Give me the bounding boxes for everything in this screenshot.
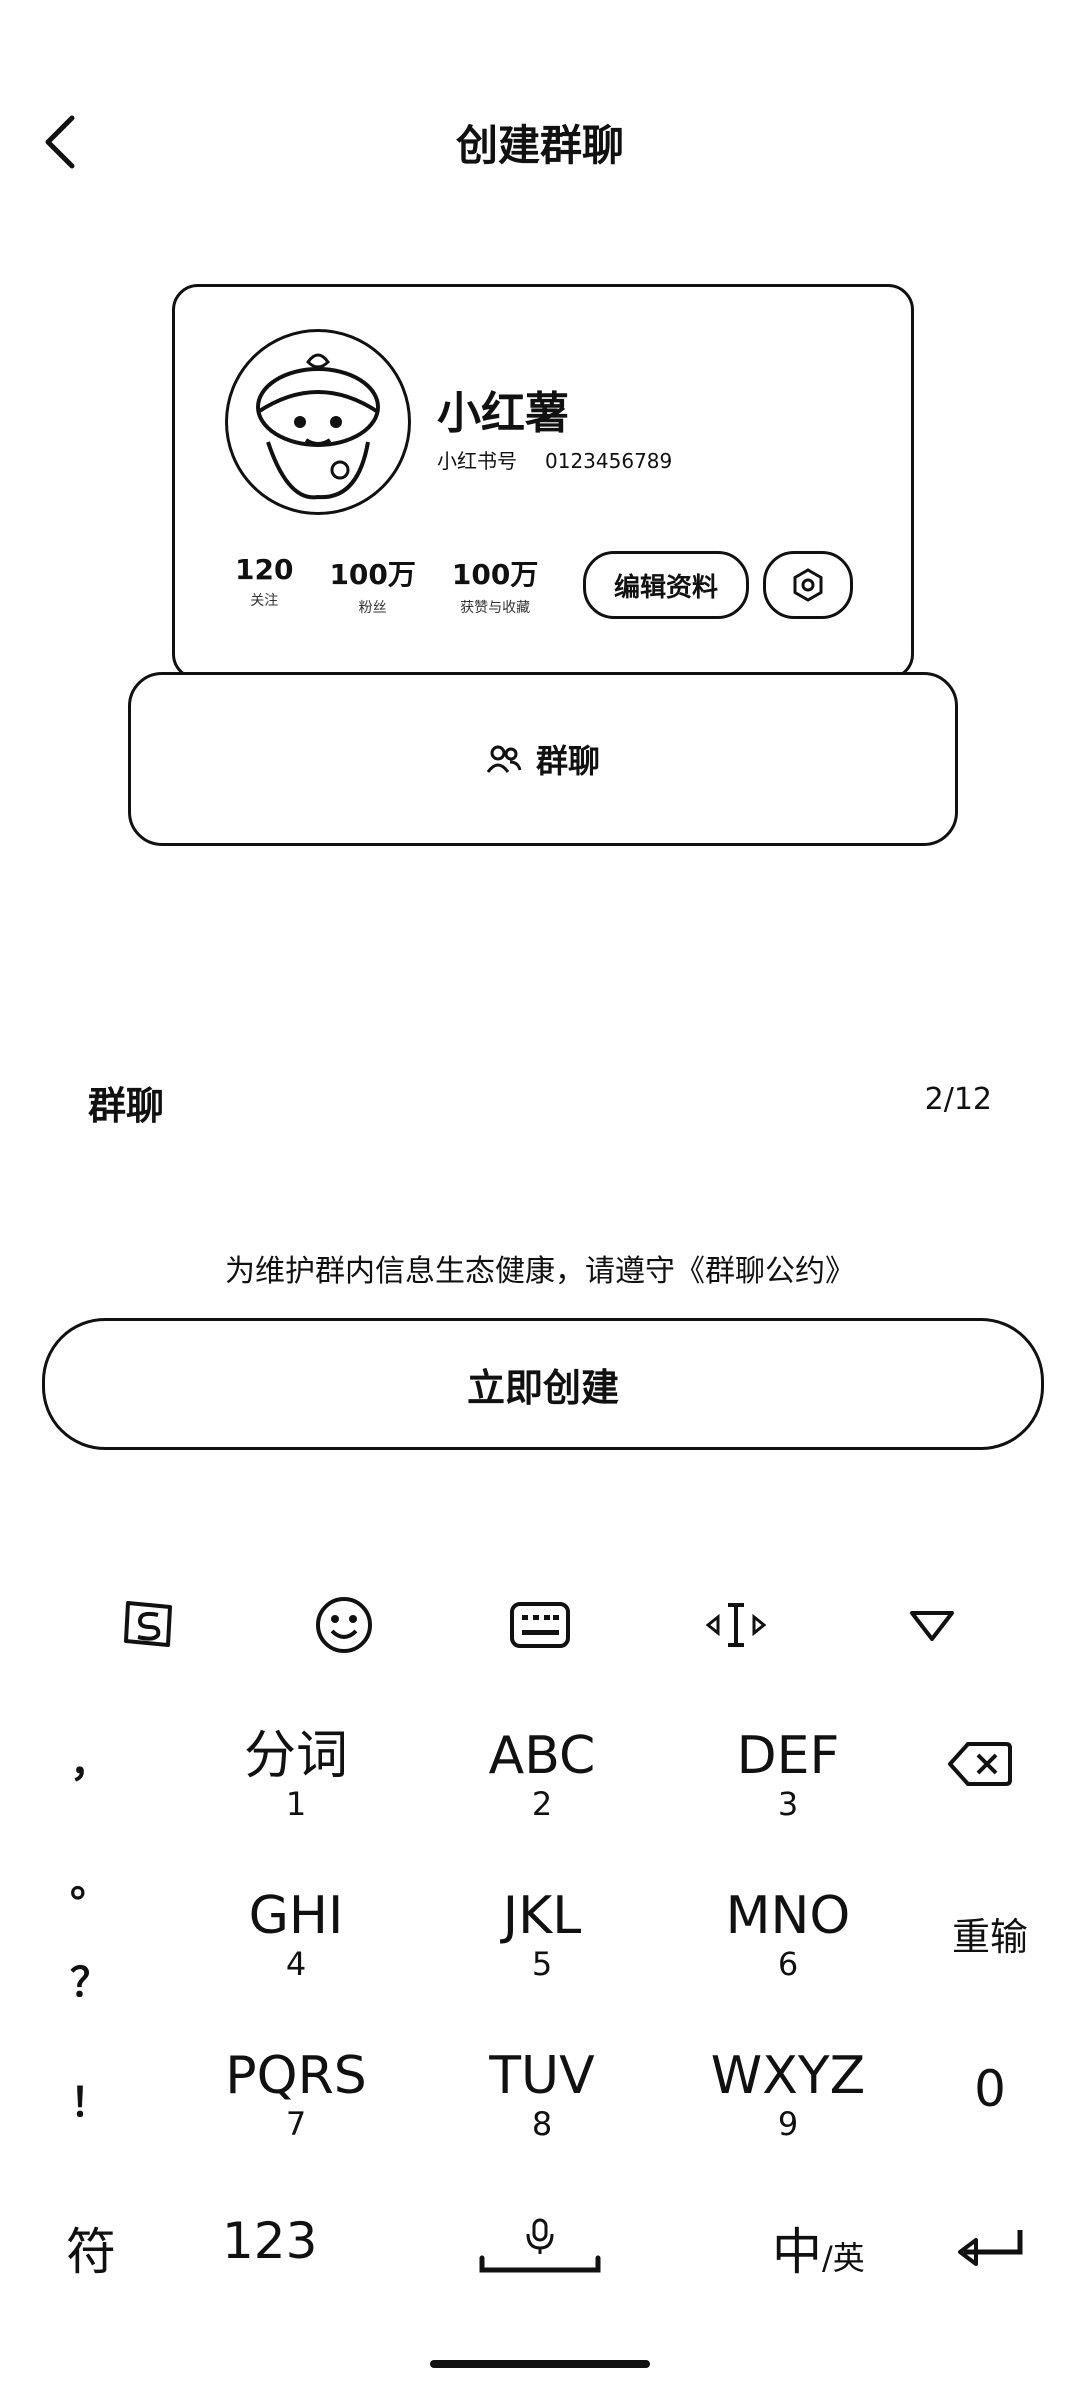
stats-row: 120 关注 100万 粉丝 100万 获赞与收藏: [235, 553, 538, 617]
backspace-icon: [948, 1742, 1012, 1786]
key-4[interactable]: GHI 4: [196, 1888, 396, 1982]
key-label: PQRS: [225, 2046, 367, 2106]
keyboard-switch-button[interactable]: [498, 1590, 582, 1660]
avatar: [225, 329, 411, 515]
home-indicator: [430, 2360, 650, 2368]
key-7[interactable]: PQRS 7: [196, 2048, 396, 2142]
key-label: WXYZ: [710, 2046, 866, 2106]
key-label: DEF: [736, 1726, 840, 1786]
emoji-icon: [316, 1597, 372, 1653]
numbers-key[interactable]: 123: [222, 2212, 317, 2270]
sogou-logo-icon: [124, 1601, 172, 1647]
key-digit: 7: [285, 2105, 307, 2143]
key-1[interactable]: 分词 1: [196, 1728, 396, 1822]
key-digit: 3: [777, 1785, 799, 1823]
group-name-input[interactable]: 群聊: [88, 1075, 164, 1130]
key-digit: 2: [531, 1785, 553, 1823]
collapse-keyboard-icon: [910, 1611, 954, 1641]
key-label: TUV: [489, 2046, 595, 2106]
profile-preview-card: 小红薯 小红书号 0123456789 120 关注 100万 粉丝 100万 获…: [172, 284, 914, 680]
page-title: 创建群聊: [455, 121, 624, 170]
key-label: ABC: [488, 1726, 596, 1786]
gear-icon: [793, 568, 823, 602]
key-digit: 1: [285, 1785, 307, 1823]
key-6[interactable]: MNO 6: [688, 1888, 888, 1982]
group-chat-tab: 群聊: [128, 672, 958, 846]
key-label: JKL: [502, 1886, 582, 1946]
key-5[interactable]: JKL 5: [442, 1888, 642, 1982]
space-key[interactable]: [478, 2218, 602, 2278]
stat-value: 100万: [329, 558, 416, 591]
key-3[interactable]: DEF 3: [688, 1728, 888, 1822]
character-count: 2/12: [924, 1082, 992, 1117]
symbols-key[interactable]: 符: [66, 2212, 116, 2284]
sogou-button[interactable]: [106, 1590, 190, 1660]
language-main: 中: [772, 2223, 822, 2281]
key-digit: 6: [777, 1945, 799, 1983]
stat-value: 100万: [451, 558, 539, 591]
group-chat-label: 群聊: [535, 742, 600, 780]
key-2[interactable]: ABC 2: [442, 1728, 642, 1822]
punctuation-exclamation[interactable]: ！: [60, 2070, 120, 2128]
microphone-icon: [479, 2218, 601, 2273]
nickname: 小红薯: [437, 388, 569, 439]
enter-icon: [958, 2230, 1023, 2266]
collapse-keyboard-button[interactable]: [890, 1590, 974, 1660]
enter-key[interactable]: [956, 2226, 1026, 2274]
key-label: 分词: [243, 1726, 348, 1786]
key-8[interactable]: TUV 8: [442, 2048, 642, 2142]
cursor-button[interactable]: [694, 1590, 778, 1660]
group-rules-notice[interactable]: 为维护群内信息生态健康，请遵守《群聊公约》: [0, 1246, 1080, 1290]
punctuation-comma[interactable]: ，: [60, 1730, 120, 1788]
stat-label: 获赞与收藏: [460, 600, 531, 616]
stat-value: 120: [235, 553, 294, 586]
user-id-value: 0123456789: [545, 449, 673, 473]
punctuation-period[interactable]: 。: [60, 1850, 120, 1908]
key-digit: 5: [531, 1945, 553, 1983]
stat-label: 粉丝: [358, 600, 387, 616]
language-switch-key[interactable]: 中/英: [772, 2212, 865, 2284]
edit-profile-button: 编辑资料: [583, 551, 749, 619]
reinput-key[interactable]: 重输: [920, 1906, 1060, 1961]
language-alt: /英: [822, 2239, 865, 2277]
stat-label: 关注: [250, 593, 279, 609]
create-now-button[interactable]: 立即创建: [42, 1318, 1044, 1450]
key-0[interactable]: 0: [920, 2060, 1060, 2118]
key-9[interactable]: WXYZ 9: [688, 2048, 888, 2142]
key-digit: 8: [531, 2105, 553, 2143]
cursor-move-icon: [705, 1603, 767, 1647]
key-digit: 4: [285, 1945, 307, 1983]
user-id-label: 小红书号: [437, 449, 517, 473]
key-label: GHI: [248, 1886, 344, 1946]
stat-followers: 100万 粉丝: [329, 553, 415, 617]
key-label: MNO: [725, 1886, 851, 1946]
group-icon: [486, 745, 522, 773]
emoji-button[interactable]: [302, 1590, 386, 1660]
backspace-key[interactable]: [948, 1740, 1012, 1792]
key-digit: 9: [777, 2105, 799, 2143]
user-id: 小红书号 0123456789: [437, 445, 700, 474]
punctuation-question[interactable]: ？: [60, 1950, 120, 2008]
settings-button: [763, 551, 853, 619]
stat-likes: 100万 获赞与收藏: [452, 553, 538, 617]
keyboard-icon: [510, 1602, 570, 1648]
stat-following: 120 关注: [235, 553, 293, 617]
